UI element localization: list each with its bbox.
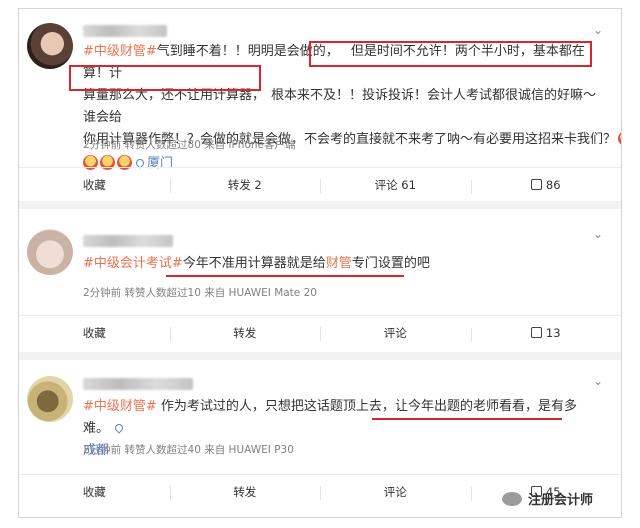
repost-button[interactable]: 转发 xyxy=(169,325,321,341)
action-bar: 收藏 转发 2 评论 61 86 xyxy=(19,167,621,201)
collect-button[interactable]: 收藏 xyxy=(19,484,170,500)
post-meta: 2分钟前 转赞人数超过80 来自 iPhone客户端 xyxy=(83,139,296,151)
avatar[interactable] xyxy=(27,229,73,275)
comment-button[interactable]: 评论 xyxy=(320,325,471,341)
highlight-box xyxy=(309,41,592,67)
username-blurred[interactable] xyxy=(83,25,167,37)
like-button[interactable]: 86 xyxy=(470,178,622,194)
post-card: ⌄ #中级会计考试#今年不准用计算器就是给财管专门设置的吧 2分钟前 转赞人数超… xyxy=(19,209,621,352)
chevron-down-icon[interactable]: ⌄ xyxy=(593,23,603,37)
thumbs-up-icon xyxy=(530,178,542,190)
post-card: ⌄ #中级财管# 作为考试过的人，只想把这话题顶上去，让今年出题的老师看看，是有… xyxy=(19,360,621,517)
post-meta: 2分钟前 转赞人数超过40 来自 HUAWEI P30 xyxy=(83,444,294,456)
action-bar: 收藏 转发 评论 13 xyxy=(19,315,621,349)
watermark: 注册会计师 xyxy=(501,489,593,508)
comment-button[interactable]: 评论 xyxy=(320,484,471,500)
wechat-icon xyxy=(501,491,522,506)
weibo-feed-screenshot: ⌄ #中级财管#气到睡不着！！明明是会做的， 但是时间不允许！两个半小时，基本都在… xyxy=(18,8,622,518)
comment-button[interactable]: 评论 61 xyxy=(320,177,471,193)
angry-emoji-icon xyxy=(618,131,621,146)
repost-button[interactable]: 转发 xyxy=(169,484,321,500)
topic-tag[interactable]: #中级财管# xyxy=(83,44,157,59)
highlight-underline xyxy=(372,418,562,420)
highlight-box xyxy=(69,65,261,91)
location-pin-icon xyxy=(113,422,125,434)
topic-tag[interactable]: 财管 xyxy=(326,256,352,271)
post-meta: 2分钟前 转赞人数超过10 来自 HUAWEI Mate 20 xyxy=(83,287,317,299)
collect-button[interactable]: 收藏 xyxy=(19,325,170,341)
username-blurred[interactable] xyxy=(83,235,173,247)
topic-tag[interactable]: #中级会计考试# xyxy=(83,256,183,271)
collect-button[interactable]: 收藏 xyxy=(19,177,170,193)
post-text: #中级会计考试#今年不准用计算器就是给财管专门设置的吧 xyxy=(83,256,430,271)
like-button[interactable]: 13 xyxy=(470,326,622,342)
topic-tag[interactable]: #中级财管# xyxy=(83,399,157,414)
highlight-underline xyxy=(166,275,404,277)
chevron-down-icon[interactable]: ⌄ xyxy=(593,227,603,241)
avatar[interactable] xyxy=(27,376,73,422)
avatar[interactable] xyxy=(27,23,73,69)
repost-button[interactable]: 转发 2 xyxy=(169,177,321,193)
thumbs-up-icon xyxy=(530,326,542,338)
chevron-down-icon[interactable]: ⌄ xyxy=(593,374,603,388)
username-blurred[interactable] xyxy=(83,378,193,390)
post-card: ⌄ #中级财管#气到睡不着！！明明是会做的， 但是时间不允许！两个半小时，基本都在… xyxy=(19,9,621,201)
